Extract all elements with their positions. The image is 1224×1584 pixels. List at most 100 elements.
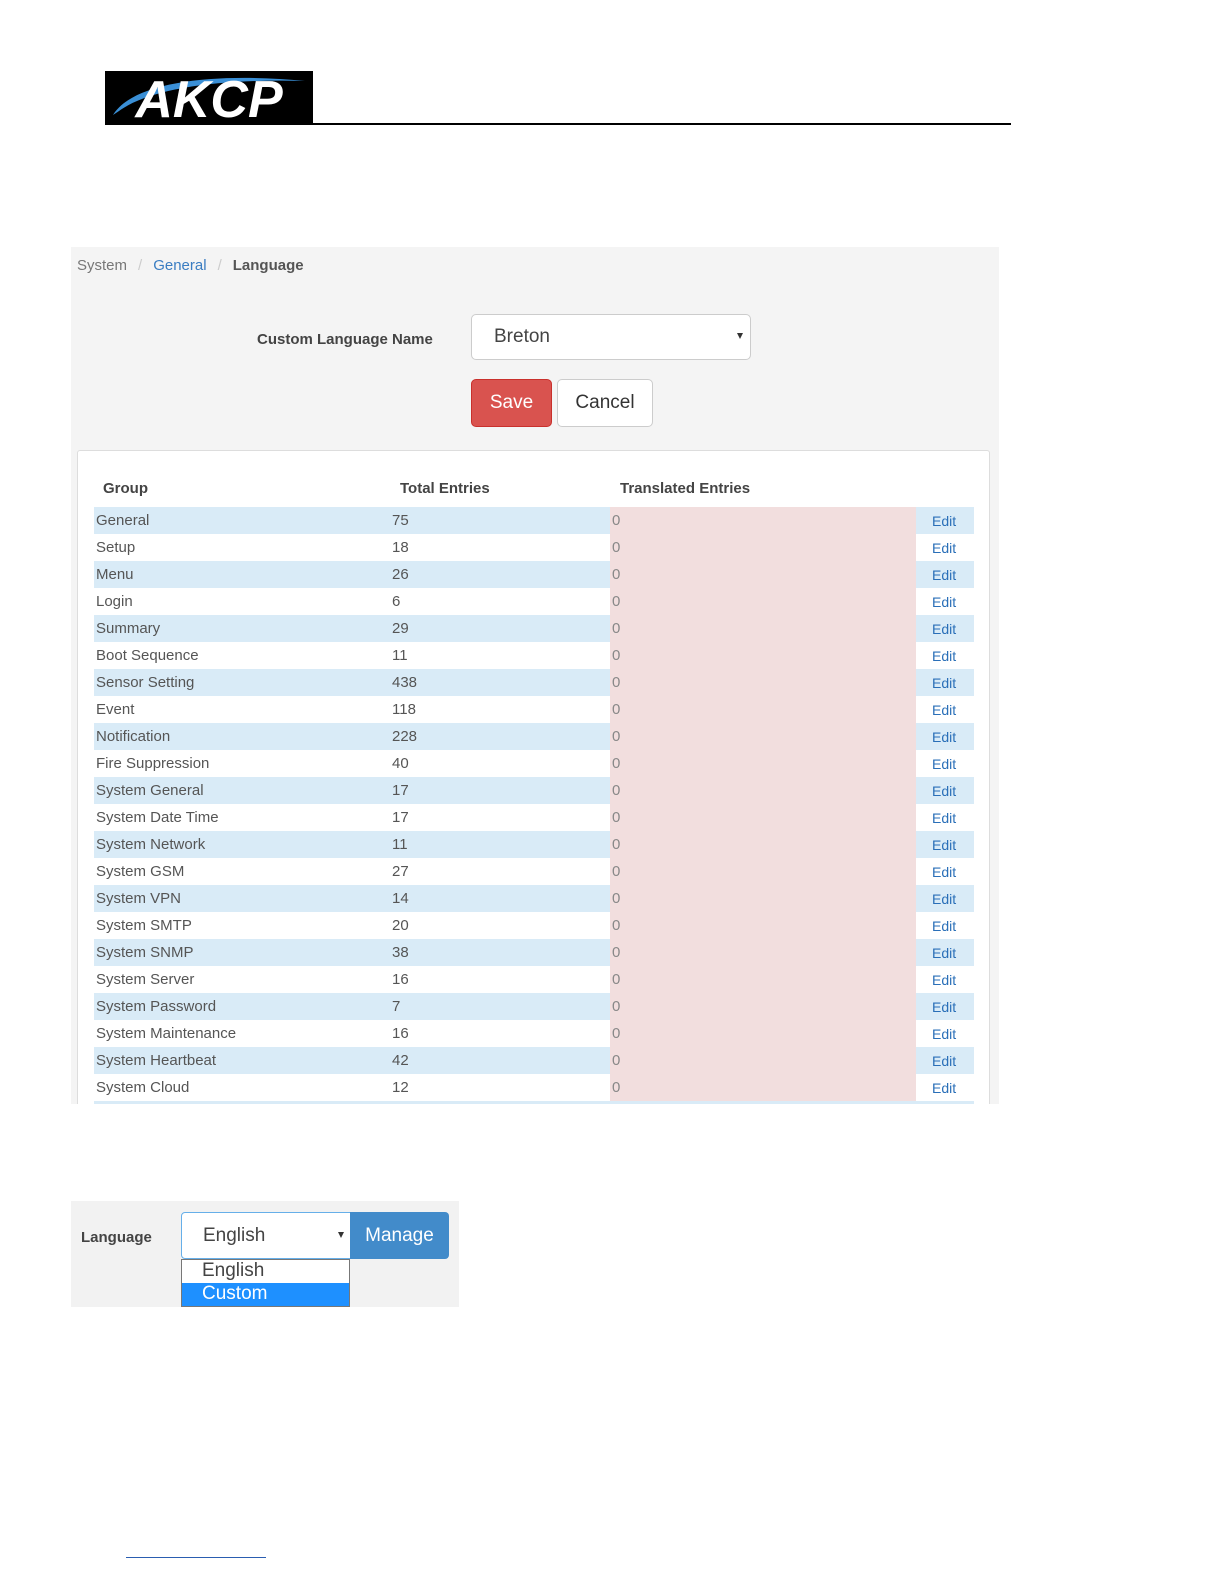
cell-group: System Heartbeat bbox=[96, 1052, 217, 1069]
table-row: System Network 11 0 Edit bbox=[94, 831, 974, 858]
cell-translated-entries: 0 bbox=[610, 561, 916, 588]
cell-translated-entries: 0 bbox=[610, 885, 916, 912]
table-row: System GSM 27 0 Edit bbox=[94, 858, 974, 885]
edit-link[interactable]: Edit bbox=[932, 621, 956, 637]
edit-link[interactable]: Edit bbox=[932, 972, 956, 988]
language-label: Language bbox=[81, 1229, 152, 1246]
breadcrumb: System / General / Language bbox=[77, 257, 304, 274]
cell-translated-entries: 0 bbox=[610, 1074, 916, 1101]
cell-total-entries: 6 bbox=[392, 593, 401, 610]
cancel-button[interactable]: Cancel bbox=[557, 379, 653, 427]
cell-total-entries: 228 bbox=[392, 728, 418, 745]
language-select-value: English bbox=[203, 1224, 266, 1246]
manage-button[interactable]: Manage bbox=[350, 1212, 449, 1259]
cell-total-entries: 26 bbox=[392, 566, 409, 583]
cell-translated-entries: 0 bbox=[610, 507, 916, 534]
caret-down-icon bbox=[338, 1232, 344, 1238]
cell-group: General bbox=[96, 512, 150, 529]
cell-total-entries: 14 bbox=[392, 890, 409, 907]
edit-link[interactable]: Edit bbox=[932, 783, 956, 799]
table-row: Boot Sequence 11 0 Edit bbox=[94, 642, 974, 669]
cell-group: Notification bbox=[96, 728, 171, 745]
cell-total-entries: 7 bbox=[392, 998, 401, 1015]
edit-link[interactable]: Edit bbox=[932, 702, 956, 718]
edit-link[interactable]: Edit bbox=[932, 837, 956, 853]
cell-group: System Server bbox=[96, 971, 195, 988]
cell-group: System VPN bbox=[96, 890, 182, 907]
breadcrumb-system[interactable]: System bbox=[77, 257, 127, 274]
edit-link[interactable]: Edit bbox=[932, 1026, 956, 1042]
edit-link[interactable]: Edit bbox=[932, 945, 956, 961]
table-row: Event 118 0 Edit bbox=[94, 696, 974, 723]
cell-translated-entries: 0 bbox=[610, 723, 916, 750]
save-button[interactable]: Save bbox=[471, 379, 552, 427]
translation-table-body: General 75 0 Edit Setup 18 0 Edit Menu 26 0 Edit Log… bbox=[94, 507, 974, 1104]
edit-link[interactable]: Edit bbox=[932, 810, 956, 826]
breadcrumb-separator: / bbox=[217, 257, 222, 274]
cell-total-entries: 17 bbox=[392, 782, 409, 799]
custom-language-select[interactable]: Breton bbox=[471, 314, 751, 360]
edit-link[interactable]: Edit bbox=[932, 567, 956, 583]
cell-group: Fire Suppression bbox=[96, 755, 210, 772]
breadcrumb-language: Language bbox=[232, 257, 304, 274]
cell-translated-entries: 0 bbox=[610, 696, 916, 723]
cell-translated-entries: 0 bbox=[610, 588, 916, 615]
cell-total-entries: 18 bbox=[392, 539, 409, 556]
edit-link[interactable]: Edit bbox=[932, 864, 956, 880]
table-row: System Cloud 12 0 Edit bbox=[94, 1074, 974, 1101]
breadcrumb-separator: / bbox=[138, 257, 143, 274]
cell-group: System Maintenance bbox=[96, 1025, 237, 1042]
cell-total-entries: 17 bbox=[392, 809, 409, 826]
edit-link[interactable]: Edit bbox=[932, 729, 956, 745]
edit-link[interactable]: Edit bbox=[932, 540, 956, 556]
cell-group: Boot Sequence bbox=[96, 647, 199, 664]
edit-link[interactable]: Edit bbox=[932, 756, 956, 772]
header-rule bbox=[105, 123, 1011, 125]
header-group: Group bbox=[103, 480, 148, 497]
edit-link[interactable]: Edit bbox=[932, 1080, 956, 1096]
cell-total-entries: 12 bbox=[392, 1079, 409, 1096]
edit-link[interactable]: Edit bbox=[932, 918, 956, 934]
table-row: System General 17 0 Edit bbox=[94, 777, 974, 804]
language-option-custom[interactable]: Custom bbox=[182, 1283, 349, 1306]
table-row: System Heartbeat 42 0 Edit bbox=[94, 1047, 974, 1074]
cell-translated-entries: 0 bbox=[610, 804, 916, 831]
edit-link[interactable]: Edit bbox=[932, 594, 956, 610]
cell-total-entries: 40 bbox=[392, 755, 409, 772]
cell-total-entries: 38 bbox=[392, 944, 409, 961]
cell-translated-entries: 0 bbox=[610, 669, 916, 696]
table-row: Fire Suppression 40 0 Edit bbox=[94, 750, 974, 777]
cell-group: Login bbox=[96, 593, 133, 610]
cell-total-entries: 29 bbox=[392, 620, 409, 637]
edit-link[interactable]: Edit bbox=[932, 648, 956, 664]
cell-group: System SNMP bbox=[96, 944, 194, 961]
edit-link[interactable]: Edit bbox=[932, 999, 956, 1015]
edit-link[interactable]: Edit bbox=[932, 513, 956, 529]
edit-link[interactable]: Edit bbox=[932, 1053, 956, 1069]
cell-group: System General bbox=[96, 782, 204, 799]
language-dropdown-list: English Custom bbox=[181, 1259, 350, 1307]
language-option-english[interactable]: English bbox=[182, 1260, 349, 1283]
table-row: Menu 26 0 Edit bbox=[94, 561, 974, 588]
cell-total-entries: 438 bbox=[392, 674, 418, 691]
cell-translated-entries: 0 bbox=[610, 966, 916, 993]
custom-language-name-label: Custom Language Name bbox=[257, 331, 433, 348]
custom-language-value: Breton bbox=[494, 326, 550, 347]
cell-group: Event bbox=[96, 701, 135, 718]
language-select[interactable]: English bbox=[181, 1212, 351, 1259]
table-row: System SMTP 20 0 Edit bbox=[94, 912, 974, 939]
caret-down-icon bbox=[737, 333, 743, 339]
edit-link[interactable]: Edit bbox=[932, 891, 956, 907]
breadcrumb-general[interactable]: General bbox=[153, 257, 206, 274]
cell-group: System Network bbox=[96, 836, 206, 853]
cell-total-entries: 11 bbox=[392, 647, 408, 664]
cell-group: System Cloud bbox=[96, 1079, 190, 1096]
cell-total-entries: 75 bbox=[392, 512, 409, 529]
cell-group: Setup bbox=[96, 539, 136, 556]
table-row: General 75 0 Edit bbox=[94, 507, 974, 534]
edit-link[interactable]: Edit bbox=[932, 675, 956, 691]
cell-total-entries: 27 bbox=[392, 863, 409, 880]
akcp-logo: AKCP bbox=[105, 71, 313, 125]
cell-translated-entries: 0 bbox=[610, 1020, 916, 1047]
language-editor-screenshot: System / General / Language Custom Langu… bbox=[71, 247, 999, 1104]
